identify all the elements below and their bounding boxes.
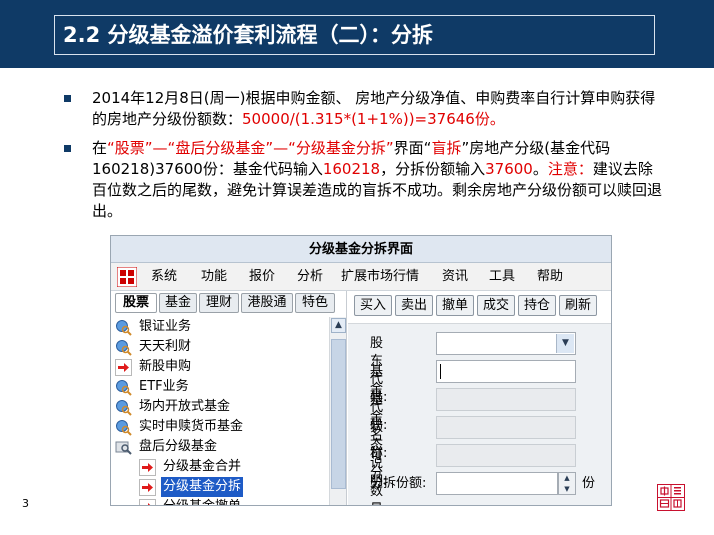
bullet-item-2: 在“股票”—“盘后分级基金”—“分级基金分拆”界面“盲拆”房地产分级(基金代码1… [62, 138, 662, 222]
trades-button[interactable]: 成交 [477, 295, 515, 316]
tree-item-label: 新股申购 [139, 359, 192, 374]
split-amount-row: 分拆份额: ▲ ▼ 份 [348, 472, 611, 496]
chevron-down-icon[interactable]: ▼ [556, 334, 574, 353]
menu-info[interactable]: 资讯 [442, 269, 468, 285]
page-number: 3 [22, 497, 29, 510]
spin-up-icon[interactable]: ▲ [559, 473, 575, 483]
bullet-2-part: 界面“ [393, 139, 432, 157]
function-tree: 银证业务 天天利财 新股申购 ETF业务 场内开放式基金 实时申赎货币基金 盘后… [111, 317, 329, 505]
tree-item-label: 分级基金撤单 [163, 497, 241, 505]
status-field [436, 416, 576, 439]
citic-securities-logo [657, 484, 685, 511]
tree-scrollbar[interactable]: ▲ [329, 317, 346, 505]
available-field [436, 444, 576, 467]
positions-button[interactable]: 持仓 [518, 295, 556, 316]
folder-search-icon [115, 441, 132, 455]
tree-item-label: 分级基金合并 [163, 459, 242, 474]
unit-label: 份 [582, 476, 596, 491]
tree-item-label: ETF业务 [139, 379, 189, 394]
bullet-square-icon [64, 95, 71, 102]
bullet-square-icon [64, 145, 71, 152]
tab-stock[interactable]: 股票 [115, 293, 157, 313]
fund-name-field [436, 388, 576, 411]
shareholder-code-select[interactable]: ▼ [436, 332, 576, 355]
sell-button[interactable]: 卖出 [395, 295, 433, 316]
title-bar: 2.2 分级基金溢价套利流程（二）：分拆 [0, 0, 714, 68]
citic-logo-icon [117, 267, 137, 287]
menu-extended-market[interactable]: 扩展市场行情 [341, 269, 419, 285]
bullet-2-part: ，分拆份额输入 [380, 160, 486, 178]
tree-item-label: 天天利财 [139, 339, 192, 354]
split-amount-input[interactable] [436, 472, 558, 495]
menu-analysis[interactable]: 分析 [297, 269, 323, 285]
menu-bar: 系统 功能 报价 分析 扩展市场行情 资讯 工具 帮助 [111, 263, 611, 291]
refresh-button[interactable]: 刷新 [559, 295, 597, 316]
red-arrow-icon [139, 499, 156, 505]
cancel-order-button[interactable]: 撤单 [436, 295, 474, 316]
globe-search-icon [116, 400, 132, 416]
menu-quote[interactable]: 报价 [249, 269, 275, 285]
slide-title: 2.2 分级基金溢价套利流程（二）：分拆 [54, 15, 655, 55]
spin-down-icon[interactable]: ▼ [559, 484, 575, 494]
tab-wealth[interactable]: 理财 [199, 293, 239, 313]
tree-item-label: 盘后分级基金 [139, 439, 218, 454]
tree-item-label: 场内开放式基金 [139, 399, 231, 414]
red-arrow-icon [115, 359, 132, 376]
tab-fund[interactable]: 基金 [159, 293, 197, 313]
globe-search-icon [116, 320, 132, 336]
buy-button[interactable]: 买入 [354, 295, 392, 316]
tab-featured[interactable]: 特色 [295, 293, 335, 313]
tree-item-label: 实时申赎货币基金 [139, 419, 244, 434]
split-amount-label: 分拆份额: [370, 476, 427, 491]
menu-system[interactable]: 系统 [151, 269, 177, 285]
red-arrow-icon [139, 459, 156, 476]
bullet-2-part: 在 [92, 139, 108, 157]
bullet-2-part: 。 [532, 160, 548, 178]
globe-search-icon [116, 380, 132, 396]
scroll-up-icon[interactable]: ▲ [331, 318, 346, 333]
split-form: 股东代码: ▼ 基金代码: 基金名称: 状态说明: 可分数 分拆份额: ▲ ▼ … [348, 323, 611, 505]
menu-function[interactable]: 功能 [201, 269, 227, 285]
bullet-2-fund-code: 160218 [322, 160, 381, 178]
bullet-2-note-label: 注意： [547, 160, 593, 178]
fund-split-window: 分级基金分拆界面 系统 功能 报价 分析 扩展市场行情 资讯 工具 帮助 股票 … [110, 235, 612, 506]
left-pane: 股票 基金 理财 港股通 特色 银证业务 天天利财 新股申购 ETF业务 场内开… [111, 291, 347, 505]
bullet-2-menu-path: “股票”—“盘后分级基金”—“分级基金分拆” [107, 139, 394, 157]
scroll-thumb[interactable] [331, 339, 346, 489]
globe-search-icon [116, 340, 132, 356]
right-pane: 买入 卖出 撤单 成交 持仓 刷新 股东代码: ▼ 基金代码: 基金名称: 状态… [348, 291, 611, 505]
fund-code-input[interactable] [436, 360, 576, 383]
bullet-2-blind-split: 盲拆 [431, 139, 462, 157]
bullet-2-split-amount: 37600 [485, 160, 533, 178]
bullet-1-formula: 50000/(1.315*(1+1%))=37646份。 [242, 110, 505, 128]
text-cursor [440, 364, 441, 379]
bullet-list: 2014年12月8日(周一)根据申购金额、 房地产分级净值、申购费率自行计算申购… [62, 88, 662, 222]
tab-hk-connect[interactable]: 港股通 [241, 293, 293, 313]
globe-search-icon [116, 420, 132, 436]
window-title: 分级基金分拆界面 [111, 236, 611, 263]
bullet-item-1: 2014年12月8日(周一)根据申购金额、 房地产分级净值、申购费率自行计算申购… [62, 88, 662, 130]
split-amount-stepper[interactable]: ▲ ▼ [558, 472, 576, 495]
tree-item-label: 银证业务 [139, 319, 192, 334]
menu-help[interactable]: 帮助 [537, 269, 563, 285]
red-arrow-icon [139, 479, 156, 496]
menu-tools[interactable]: 工具 [489, 269, 515, 285]
tree-item-label: 分级基金分拆 [161, 477, 244, 497]
